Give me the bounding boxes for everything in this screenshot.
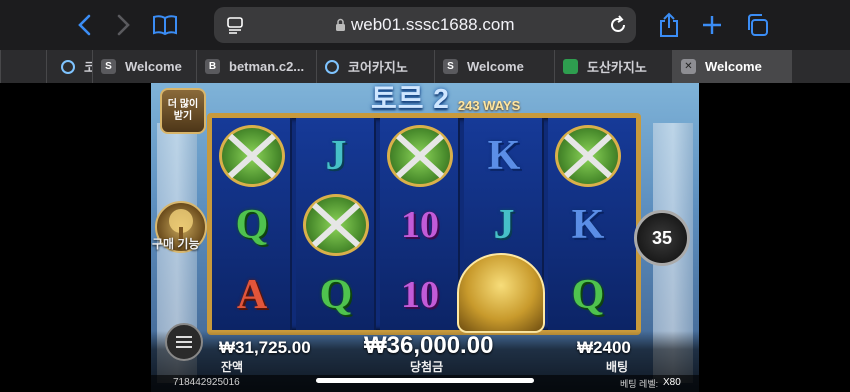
s-favicon-icon: S [443,59,458,74]
tab-welcome-active[interactable]: ✕ Welcome [672,50,792,83]
tab-welcome-1[interactable]: S Welcome [92,50,196,83]
session-id: 718442925016 [173,377,240,388]
browser-toolbar: web01.sssc1688.com [0,0,850,50]
symbol-j: J [493,202,515,248]
share-icon [660,12,678,37]
reel-2: J Q [296,118,376,330]
reel-1: Q A [212,118,292,330]
balance-value: ₩31,725.00 [219,338,311,357]
bet-label: 배팅 [606,360,629,374]
close-tab-icon[interactable]: ✕ [681,59,696,74]
plus-icon [703,16,721,34]
forward-button[interactable] [108,10,138,40]
tab-label: 도산카지노 [587,60,647,75]
symbol-k: K [487,133,521,179]
new-tab-button[interactable] [697,10,727,40]
tab-label: 코 [84,57,92,76]
menu-button[interactable] [165,323,203,361]
reload-icon[interactable] [608,15,628,35]
b-favicon-icon: B [205,59,220,74]
game-logo: 토르 2 [371,83,450,114]
tab-label: betman.c2... [229,59,305,74]
win-label: 당첨금 [410,360,444,374]
url-text: web01.sssc1688.com [351,15,515,34]
tab-dosan-casino[interactable]: 도산카지노 [554,50,672,83]
buy-feature-label: 구매 기능 [152,237,200,251]
more-bets-label: 더 많이 받기 [167,99,199,122]
symbol-swords [296,190,376,260]
bet-level-label: 베팅 레벨: [620,379,659,389]
ways-label: 243 WAYS [457,98,521,113]
tab-strip: 코 S Welcome B betman.c2... 코어카지노 S Welco… [0,50,850,83]
circle-icon [61,59,75,74]
reel-3: 10 10 [380,118,460,330]
image-favicon-icon [563,59,578,74]
win-value: ₩36,000.00 [364,332,494,359]
hamburger-icon [176,336,192,348]
page-menu-icon[interactable] [226,16,244,34]
tabs-overview-button[interactable] [742,10,772,40]
symbol-q: Q [235,202,269,248]
crossed-swords-icon [387,125,453,187]
back-button[interactable] [70,10,100,40]
crossed-swords-icon [303,194,369,256]
reel-5: K Q [548,118,636,330]
symbol-swords [548,121,628,191]
crossed-swords-icon [219,125,285,187]
symbol-q: Q [319,272,353,318]
home-indicator[interactable] [316,378,534,383]
chevron-right-icon [117,14,130,36]
tab-welcome-2[interactable]: S Welcome [434,50,554,83]
symbol-swords [380,121,460,191]
spin-count: 35 [651,227,673,248]
symbol-q: Q [571,272,605,318]
symbol-a: A [236,272,268,318]
address-bar[interactable]: web01.sssc1688.com [214,7,636,43]
balance-label: 잔액 [221,360,244,374]
thor-helmet-symbol [457,253,545,333]
crossed-swords-icon [555,125,621,187]
slot-game[interactable]: 토르 2 243 WAYS 더 많이 받기 구매 기능 Q A J Q 10 1… [151,83,699,392]
symbol-swords [212,121,292,191]
spin-button[interactable]: 35 [634,210,690,266]
tab-partial[interactable] [0,50,46,83]
symbol-10: 10 [401,274,439,316]
tab-label: Welcome [125,59,182,74]
tab-core-partial[interactable]: 코 [46,50,92,83]
book-icon [153,15,177,36]
bet-value: ₩2400 [577,338,631,357]
tab-core-casino[interactable]: 코어카지노 [316,50,434,83]
lock-icon [336,18,345,31]
symbol-j: J [325,133,347,179]
bookmarks-button[interactable] [150,10,180,40]
tab-label: Welcome [467,59,524,74]
more-bets-button[interactable]: 더 많이 받기 [160,88,206,134]
tab-label: Welcome [705,59,762,74]
multiplier-value: X80 [663,377,681,388]
tab-label: 코어카지노 [348,60,408,75]
chevron-left-icon [78,14,91,36]
tab-betman[interactable]: B betman.c2... [196,50,316,83]
tabs-icon [748,14,768,36]
share-button[interactable] [654,10,684,40]
symbol-k: K [571,202,605,248]
s-favicon-icon: S [101,59,116,74]
reel-frame: Q A J Q 10 10 K J K Q [207,113,641,335]
circle-icon [325,59,339,74]
symbol-10: 10 [401,204,439,246]
